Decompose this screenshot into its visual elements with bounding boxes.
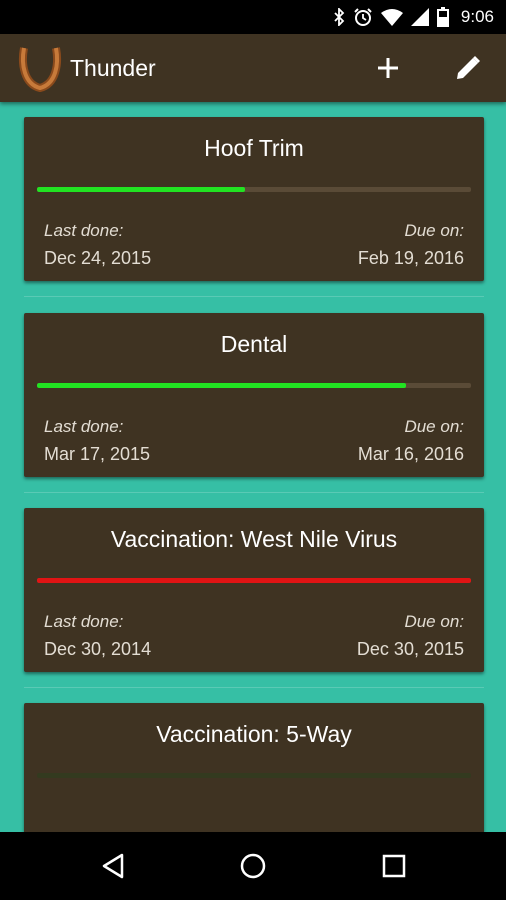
task-card-dental[interactable]: Dental Last done: Due on: Mar 17, 2015 M… — [24, 313, 484, 477]
alarm-icon — [354, 8, 372, 26]
app-title: Thunder — [70, 55, 156, 81]
progress-fill — [37, 187, 246, 192]
edit-icon — [457, 56, 480, 79]
card-divider — [24, 296, 484, 297]
task-title: Vaccination: 5-Way — [156, 721, 352, 747]
last-done-date: Dec 24, 2015 — [44, 248, 152, 268]
card-divider — [24, 687, 484, 688]
last-done-date: Mar 17, 2015 — [44, 444, 151, 464]
due-date: Feb 19, 2016 — [357, 248, 464, 268]
last-done-label: Last done: — [44, 612, 124, 631]
home-icon — [240, 853, 266, 879]
progress-track — [37, 383, 471, 388]
due-label: Due on: — [404, 221, 464, 240]
signal-icon — [410, 8, 429, 26]
task-title: Hoof Trim — [204, 135, 304, 161]
navigation-bar — [0, 832, 506, 900]
task-card-west-nile-vaccination[interactable]: Vaccination: West Nile Virus Last done: … — [24, 508, 484, 672]
back-button[interactable] — [88, 842, 138, 890]
add-button[interactable] — [364, 44, 412, 92]
progress-track — [37, 187, 471, 192]
status-time: 9:06 — [460, 7, 494, 26]
maintenance-list[interactable]: Hoof Trim Last done: Due on: Dec 24, 201… — [0, 102, 506, 832]
status-bar: 9:06 — [0, 0, 506, 34]
card-divider — [24, 492, 484, 493]
due-label: Due on: — [404, 612, 464, 631]
last-done-label: Last done: — [44, 417, 124, 436]
back-icon — [102, 853, 124, 879]
task-card-5-way-vaccination[interactable]: Vaccination: 5-Way — [24, 703, 484, 832]
task-title: Dental — [220, 331, 288, 357]
last-done-date: Dec 30, 2014 — [44, 639, 152, 659]
horseshoe-logo — [18, 47, 62, 92]
battery-icon — [436, 7, 449, 27]
progress-track — [37, 773, 471, 778]
task-title: Vaccination: West Nile Virus — [110, 526, 398, 552]
status-icons: 9:06 — [333, 0, 494, 34]
app-bar: Thunder — [0, 34, 506, 102]
progress-fill — [37, 383, 406, 388]
due-label: Due on: — [404, 417, 464, 436]
wifi-icon — [380, 9, 403, 26]
last-done-label: Last done: — [44, 221, 124, 240]
add-icon — [378, 58, 398, 78]
bluetooth-icon — [334, 8, 345, 26]
due-date: Dec 30, 2015 — [356, 639, 464, 659]
progress-track — [37, 578, 471, 583]
recents-icon — [382, 854, 406, 878]
task-card-hoof-trim[interactable]: Hoof Trim Last done: Due on: Dec 24, 201… — [24, 117, 484, 281]
progress-fill — [37, 578, 471, 583]
recents-button[interactable] — [369, 842, 419, 890]
edit-button[interactable] — [444, 44, 492, 92]
home-button[interactable] — [228, 842, 278, 890]
due-date: Mar 16, 2016 — [357, 444, 464, 464]
